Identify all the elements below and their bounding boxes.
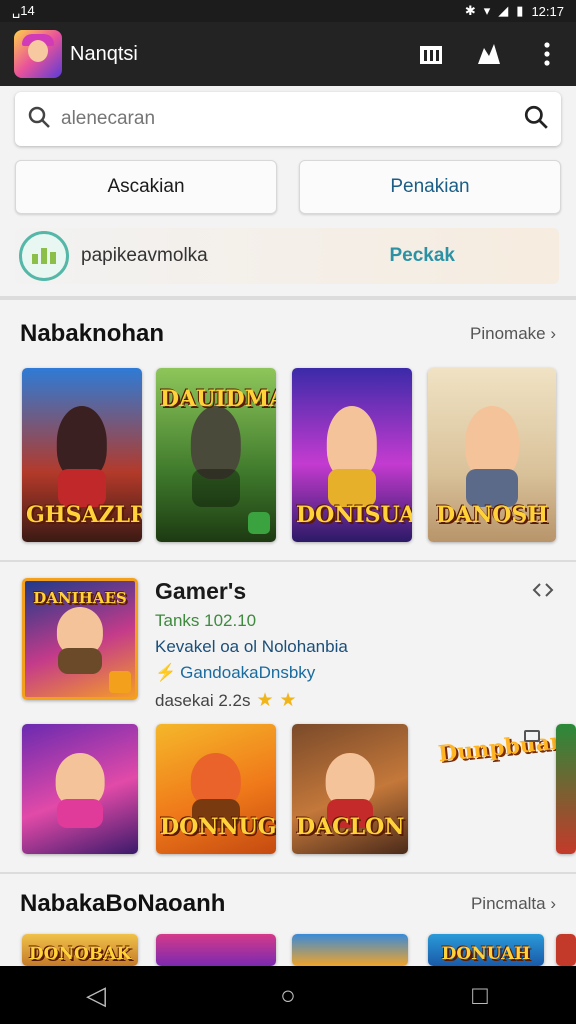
star-icon: ★ (279, 690, 297, 711)
home-icon[interactable]: ○ (258, 980, 318, 1011)
search-icon (27, 105, 51, 134)
action-button-row: Ascakian Penakian (15, 160, 561, 214)
section-header-2: NabakaBoNaoanh Pincmalta › (20, 890, 556, 918)
game-tile-partial[interactable] (556, 724, 576, 854)
featured-game-icon[interactable]: DANIHAES (22, 578, 138, 700)
status-bar: ␣14 ✱ ▾ ◢ ▮ 12:17 (0, 0, 576, 22)
game-tile[interactable] (156, 934, 276, 966)
search-submit-icon[interactable] (523, 104, 549, 135)
recents-icon[interactable]: □ (450, 980, 510, 1011)
app-title: Nanqtsi (70, 42, 138, 65)
app-bar: Nanqtsi (0, 22, 576, 86)
status-right-group: ✱ ▾ ◢ ▮ 12:17 (465, 3, 564, 19)
game-tile-label: DONUAH (441, 944, 531, 964)
category-text: GandoakaDnsbky (180, 663, 316, 682)
featured-badge-label: DANIHAES (33, 589, 127, 607)
game-tile[interactable]: DANOSH (428, 368, 556, 542)
game-tile[interactable]: DONISUA (292, 368, 412, 542)
featured-game-version: Tanks 102.10 (155, 611, 257, 630)
game-tile-label: DAUIDMA (160, 386, 276, 412)
search-bar[interactable] (15, 92, 561, 146)
section-more-link[interactable]: Pinomake › (470, 324, 556, 344)
ad-badge-icon (524, 730, 540, 742)
game-tile[interactable]: GHSAZLR (22, 368, 142, 542)
system-nav-bar: ◁ ○ □ (0, 966, 576, 1024)
game-tile[interactable] (22, 724, 138, 854)
more-vert-icon[interactable] (532, 39, 562, 69)
featured-game-info: Gamer's Tanks 102.10 Kevakel oa ol Noloh… (155, 578, 555, 712)
play-badge-icon (109, 671, 131, 693)
section-more-link[interactable]: Pincmalta › (471, 894, 556, 914)
ascakian-button[interactable]: Ascakian (15, 160, 277, 214)
game-tile[interactable]: DAUIDMA (156, 368, 276, 542)
game-tile-label: DONOBAK (28, 944, 132, 964)
section-title: Nabaknohan (20, 320, 165, 347)
signal-icon: ◢ (498, 3, 509, 18)
featured-game-category: ⚡ GandoakaDnsbky (155, 663, 555, 683)
app-logo[interactable] (14, 30, 62, 78)
game-tile[interactable]: DONNUG (156, 724, 276, 854)
promo-cta-link[interactable]: Peckak (389, 245, 455, 267)
search-input[interactable] (61, 108, 523, 130)
game-tile-partial[interactable] (556, 934, 576, 966)
clock: 12:17 (531, 3, 564, 19)
category-icon: ⚡ (155, 663, 177, 682)
divider (0, 872, 576, 874)
bluetooth-icon: ✱ (464, 3, 476, 18)
game-tile-label: DACLON (296, 814, 405, 840)
check-badge-icon (248, 512, 270, 534)
section-title: NabakaBoNaoanh (20, 890, 226, 917)
promo-chart-icon (19, 231, 69, 281)
back-icon[interactable]: ◁ (66, 980, 126, 1011)
penakian-button[interactable]: Penakian (299, 160, 561, 214)
section-header-1: Nabaknohan Pinomake › (20, 320, 556, 348)
rating-text: dasekai 2.2s (155, 690, 251, 710)
divider (0, 296, 576, 300)
star-icon: ★ (256, 690, 274, 711)
game-tile[interactable]: DACLON (292, 724, 408, 854)
promo-banner[interactable]: papikeavmolka Peckak (15, 228, 559, 284)
status-left: ␣14 (12, 3, 35, 18)
featured-game-developer: Kevakel oa ol Nolohanbia (155, 637, 348, 656)
game-tile[interactable]: DONUAH (428, 934, 544, 966)
featured-game-rating: dasekai 2.2s ★ ★ (155, 689, 555, 712)
game-tile-label: DANOSH (435, 502, 549, 528)
game-tile-label: DONNUG (160, 814, 276, 840)
featured-game-name[interactable]: Gamer's (155, 578, 555, 605)
share-icon[interactable] (532, 582, 554, 603)
account-icon[interactable] (474, 39, 504, 69)
game-tile[interactable]: DONOBAK (22, 934, 138, 966)
promo-text: papikeavmolka (81, 245, 208, 266)
wifi-icon: ▾ (483, 3, 491, 18)
game-tile-label: DONISUA (296, 502, 412, 528)
store-icon[interactable] (416, 39, 446, 69)
battery-icon: ▮ (516, 3, 524, 18)
divider (0, 560, 576, 562)
game-tile-label: GHSAZLR (26, 502, 142, 528)
game-tile[interactable] (292, 934, 408, 966)
